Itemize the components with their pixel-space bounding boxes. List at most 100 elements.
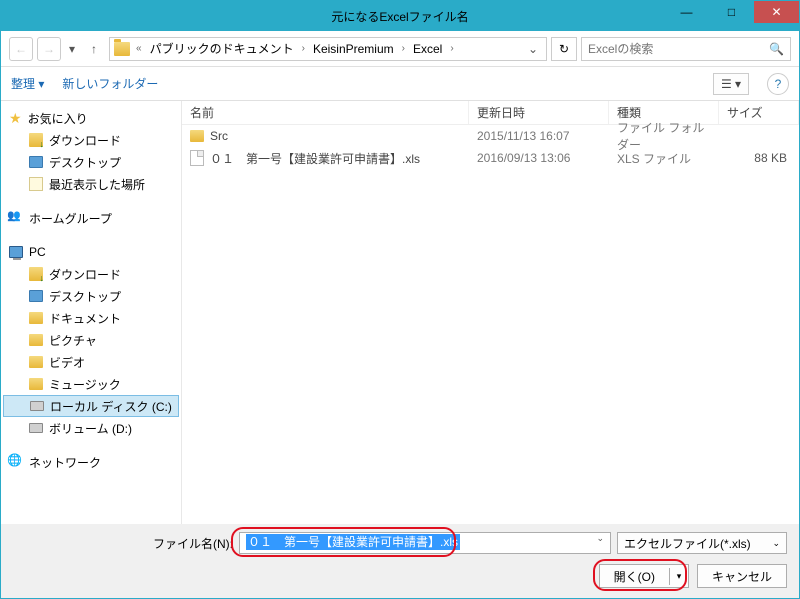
- chevron-down-icon: ⌄: [772, 538, 780, 549]
- file-name: ０１ 第一号【建設業許可申請書】.xls: [210, 150, 420, 167]
- address-dropdown[interactable]: ⌄: [524, 42, 542, 56]
- address-bar[interactable]: « パブリックのドキュメント › KeisinPremium › Excel ›…: [109, 37, 547, 61]
- drive-icon: [30, 401, 44, 411]
- tree-label: ホームグループ: [29, 210, 112, 227]
- search-icon: 🔍: [769, 42, 784, 56]
- tree-label: ミュージック: [49, 376, 121, 393]
- tree-label: お気に入り: [28, 110, 88, 127]
- file-type-label: エクセルファイル(*.xls): [624, 535, 751, 552]
- column-header-name[interactable]: 名前: [182, 101, 469, 124]
- close-button[interactable]: ✕: [754, 1, 799, 23]
- file-date: 2015/11/13 16:07: [469, 129, 609, 143]
- tree-item-desktop[interactable]: デスクトップ: [3, 151, 179, 173]
- folder-icon: [114, 42, 130, 56]
- filename-value: ０１ 第一号【建設業許可申請書】.xls: [246, 534, 460, 550]
- column-header-size[interactable]: サイズ: [719, 101, 799, 124]
- chevron-right-icon: ›: [448, 43, 455, 54]
- folder-icon: [29, 312, 43, 324]
- breadcrumb-prefix: «: [134, 43, 144, 54]
- tree-label: ビデオ: [49, 354, 85, 371]
- file-type: XLS ファイル: [609, 150, 719, 167]
- navigation-tree: ★お気に入り ダウンロード デスクトップ 最近表示した場所 ホームグループ PC…: [1, 101, 181, 541]
- new-folder-button[interactable]: 新しいフォルダー: [62, 75, 158, 92]
- forward-button[interactable]: →: [37, 37, 61, 61]
- refresh-button[interactable]: ↻: [551, 37, 577, 61]
- drive-icon: [29, 423, 43, 433]
- folder-icon: [190, 130, 204, 142]
- cancel-button-label: キャンセル: [712, 568, 772, 585]
- filename-input[interactable]: ０１ 第一号【建設業許可申請書】.xls ⌄: [239, 532, 611, 554]
- open-button[interactable]: 開く(O) ▾: [599, 564, 689, 588]
- tree-label: ピクチャ: [49, 332, 97, 349]
- history-dropdown[interactable]: ▾: [65, 42, 79, 56]
- chevron-right-icon: ›: [400, 43, 407, 54]
- breadcrumb-item[interactable]: パブリックのドキュメント: [148, 40, 296, 57]
- tree-item-volume-d[interactable]: ボリューム (D:): [3, 417, 179, 439]
- file-list: 名前 更新日時 種類 サイズ Src 2015/11/13 16:07 ファイル…: [181, 101, 799, 541]
- file-date: 2016/09/13 13:06: [469, 151, 609, 165]
- filename-label: ファイル名(N):: [153, 535, 233, 552]
- file-name: Src: [210, 129, 228, 143]
- tree-label: ネットワーク: [29, 454, 101, 471]
- help-button[interactable]: ?: [767, 73, 789, 95]
- downloads-icon: [29, 133, 43, 147]
- window-controls: — □ ✕: [664, 1, 799, 23]
- back-button[interactable]: ←: [9, 37, 33, 61]
- tree-item-pictures[interactable]: ピクチャ: [3, 329, 179, 351]
- breadcrumb-item[interactable]: Excel: [411, 42, 444, 56]
- toolbar: 整理 ▾ 新しいフォルダー ☰ ▾ ?: [1, 67, 799, 101]
- tree-label: PC: [29, 245, 46, 259]
- pc-icon: [9, 246, 23, 258]
- tree-item-local-disk-c[interactable]: ローカル ディスク (C:): [3, 395, 179, 417]
- desktop-icon: [29, 290, 43, 302]
- search-input[interactable]: [588, 42, 769, 56]
- file-row[interactable]: Src 2015/11/13 16:07 ファイル フォルダー: [182, 125, 799, 147]
- organize-menu[interactable]: 整理 ▾: [11, 75, 44, 92]
- breadcrumb-item[interactable]: KeisinPremium: [311, 42, 396, 56]
- navigation-bar: ← → ▾ ↑ « パブリックのドキュメント › KeisinPremium ›…: [1, 31, 799, 67]
- minimize-button[interactable]: —: [664, 1, 709, 23]
- file-type-filter[interactable]: エクセルファイル(*.xls) ⌄: [617, 532, 787, 554]
- tree-label: ダウンロード: [49, 132, 121, 149]
- downloads-icon: [29, 267, 43, 281]
- up-button[interactable]: ↑: [83, 38, 105, 60]
- recent-icon: [29, 177, 43, 191]
- tree-item-documents[interactable]: ドキュメント: [3, 307, 179, 329]
- column-header-date[interactable]: 更新日時: [469, 101, 609, 124]
- network-root[interactable]: ネットワーク: [3, 451, 179, 473]
- tree-item-downloads[interactable]: ダウンロード: [3, 129, 179, 151]
- file-size: 88 KB: [719, 151, 799, 165]
- chevron-right-icon: ›: [300, 43, 307, 54]
- tree-item-downloads[interactable]: ダウンロード: [3, 263, 179, 285]
- tree-label: デスクトップ: [49, 154, 121, 171]
- folder-icon: [29, 334, 43, 346]
- tree-label: ドキュメント: [49, 310, 121, 327]
- homegroup-icon: [9, 211, 23, 225]
- tree-item-music[interactable]: ミュージック: [3, 373, 179, 395]
- filename-dropdown[interactable]: ⌄: [596, 533, 604, 544]
- titlebar: 元になるExcelファイル名 — □ ✕: [1, 1, 799, 31]
- folder-icon: [29, 378, 43, 390]
- pc-root[interactable]: PC: [3, 241, 179, 263]
- tree-item-recent[interactable]: 最近表示した場所: [3, 173, 179, 195]
- tree-item-desktop[interactable]: デスクトップ: [3, 285, 179, 307]
- open-button-dropdown[interactable]: ▾: [670, 571, 688, 582]
- file-row[interactable]: ０１ 第一号【建設業許可申請書】.xls 2016/09/13 13:06 XL…: [182, 147, 799, 169]
- xls-file-icon: [190, 150, 204, 166]
- desktop-icon: [29, 156, 43, 168]
- open-button-label: 開く(O): [600, 568, 670, 585]
- tree-label: 最近表示した場所: [49, 176, 145, 193]
- homegroup-root[interactable]: ホームグループ: [3, 207, 179, 229]
- file-type: ファイル フォルダー: [609, 119, 719, 153]
- favorites-root[interactable]: ★お気に入り: [3, 107, 179, 129]
- search-box[interactable]: 🔍: [581, 37, 791, 61]
- view-options-button[interactable]: ☰ ▾: [713, 73, 749, 95]
- tree-label: ダウンロード: [49, 266, 121, 283]
- cancel-button[interactable]: キャンセル: [697, 564, 787, 588]
- tree-label: ボリューム (D:): [49, 420, 132, 437]
- tree-label: デスクトップ: [49, 288, 121, 305]
- network-icon: [9, 455, 23, 469]
- maximize-button[interactable]: □: [709, 1, 754, 23]
- tree-item-videos[interactable]: ビデオ: [3, 351, 179, 373]
- tree-label: ローカル ディスク (C:): [50, 398, 172, 415]
